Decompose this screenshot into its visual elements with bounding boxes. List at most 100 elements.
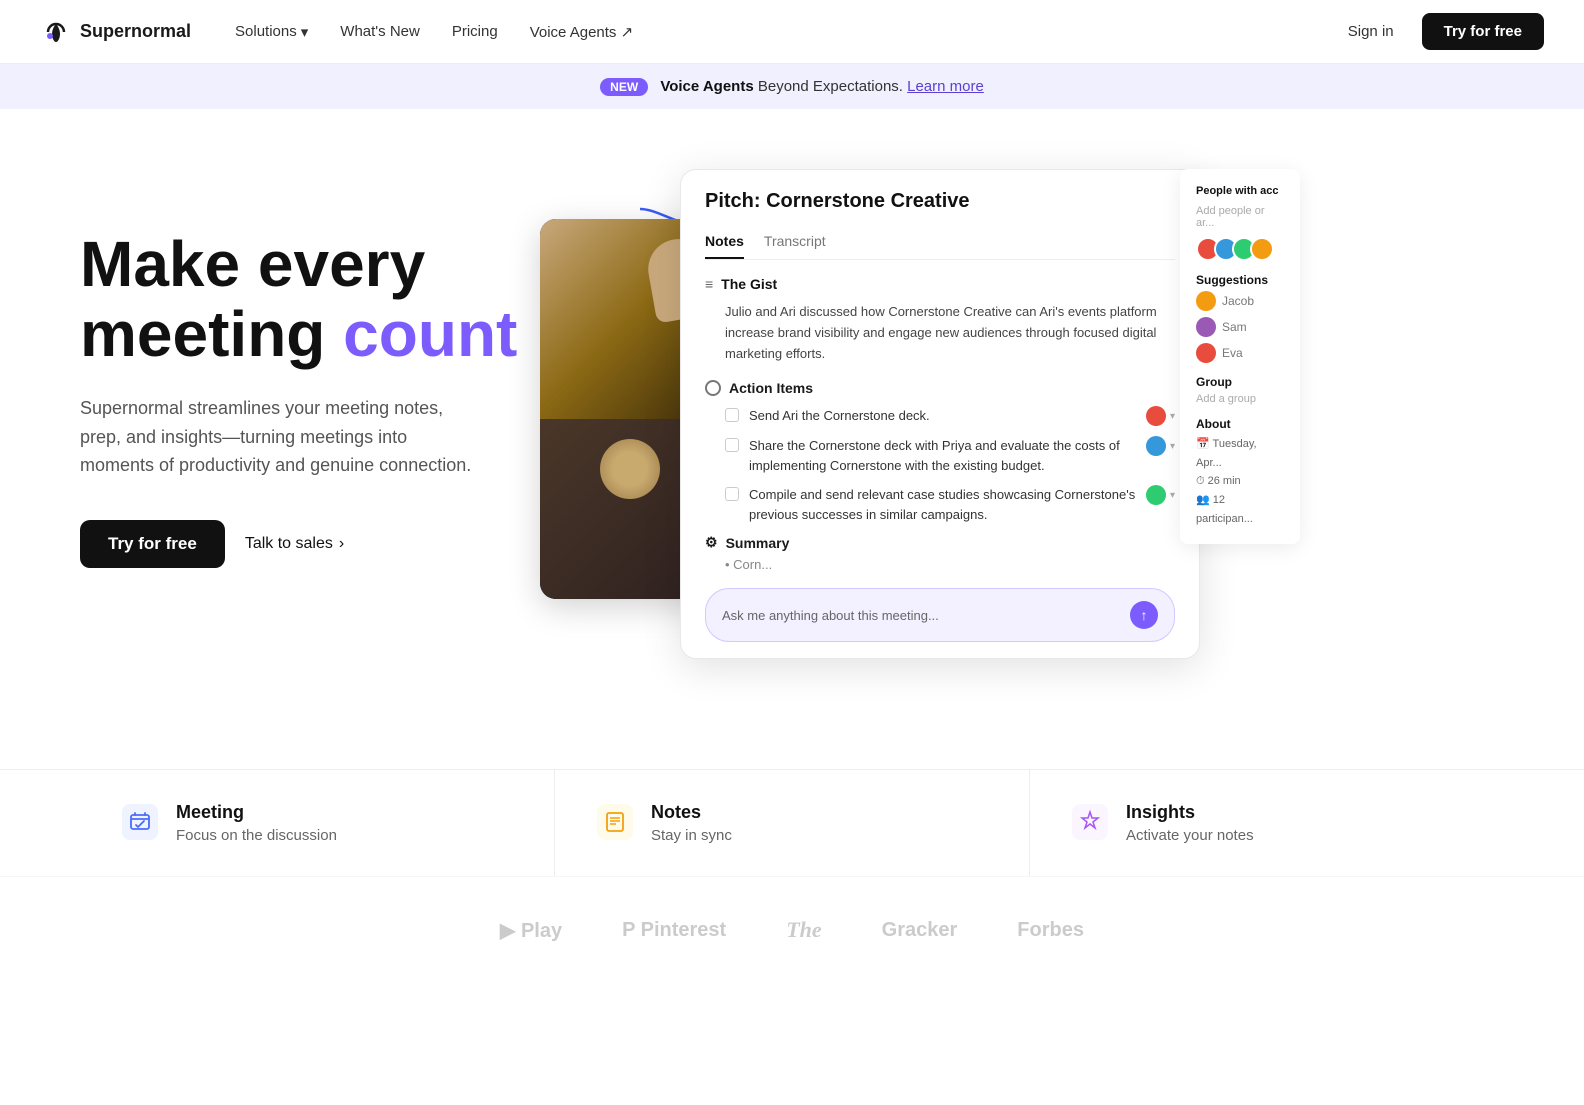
tab-transcript[interactable]: Transcript <box>764 225 826 259</box>
banner-product-name: Voice Agents <box>660 78 753 95</box>
action-checkbox-3[interactable] <box>725 487 739 501</box>
logo[interactable]: Supernormal <box>40 16 191 48</box>
action-item-2: Share the Cornerstone deck with Priya an… <box>705 436 1175 475</box>
action-checkbox-2[interactable] <box>725 438 739 452</box>
logo-play: ▶ Play <box>500 918 562 943</box>
notes-body: ≡ The Gist Julio and Ari discussed how C… <box>681 260 1199 588</box>
logo-forbes: Forbes <box>1017 919 1084 942</box>
logo-text: Supernormal <box>80 21 191 42</box>
hero-title: Make every meeting count <box>80 229 560 370</box>
nav-voice-agents[interactable]: Voice Agents ↗ <box>518 17 645 47</box>
add-group-label: Add a group <box>1196 393 1284 405</box>
summary-label: Summary <box>726 535 790 551</box>
suggestion-jacob: Jacob <box>1196 291 1284 311</box>
person-face-deco <box>600 439 660 499</box>
gist-section-header: ≡ The Gist <box>705 276 1175 292</box>
demo-wrapper: Supernormal 18:23 Taking notes in Englis… <box>540 169 1240 609</box>
tab-notes[interactable]: Notes <box>705 225 744 259</box>
hero-talk-sales-button[interactable]: Talk to sales › <box>245 535 344 553</box>
summary-text: • Corn... <box>705 557 1175 572</box>
nav-solutions[interactable]: Solutions ▾ <box>223 17 320 47</box>
about-label: About <box>1196 417 1284 431</box>
avatar-stack <box>1196 237 1284 261</box>
nav-whats-new[interactable]: What's New <box>328 17 432 46</box>
suggestion-avatar-sam <box>1196 317 1216 337</box>
ai-send-button[interactable]: ↑ <box>1130 601 1158 629</box>
announcement-banner: NEW Voice Agents Beyond Expectations. Le… <box>0 64 1584 109</box>
avatar-4 <box>1250 237 1274 261</box>
feature-meeting-icon <box>120 802 160 842</box>
feature-notes-content: Notes Stay in sync <box>651 802 732 844</box>
action-text-2: Share the Cornerstone deck with Priya an… <box>749 436 1136 475</box>
logo-pinterest: P Pinterest <box>622 919 726 942</box>
nav-left: Supernormal Solutions ▾ What's New Prici… <box>40 16 645 48</box>
action-item-3: Compile and send relevant case studies s… <box>705 485 1175 524</box>
hero-title-accent: count <box>343 298 517 370</box>
nav-try-free-button[interactable]: Try for free <box>1422 13 1544 50</box>
ai-input-placeholder: Ask me anything about this meeting... <box>722 608 1120 623</box>
action-items-header: Action Items <box>705 380 1175 396</box>
logo-bar: ▶ Play P Pinterest The Gracker Forbes <box>0 876 1584 983</box>
notes-panel-title: Pitch: Cornerstone Creative <box>705 190 1175 213</box>
gist-label: The Gist <box>721 276 777 292</box>
action-items-icon <box>705 380 721 396</box>
notes-panel: Pitch: Cornerstone Creative Notes Transc… <box>680 169 1200 659</box>
hero-content: Make every meeting count Supernormal str… <box>80 189 560 568</box>
suggestion-avatar-jacob <box>1196 291 1216 311</box>
summary-header: ⚙ Summary <box>705 534 1175 551</box>
hero-actions: Try for free Talk to sales › <box>80 520 560 568</box>
hero-try-free-button[interactable]: Try for free <box>80 520 225 568</box>
suggestion-name-sam: Sam <box>1222 320 1247 334</box>
feature-notes[interactable]: Notes Stay in sync <box>555 770 1030 876</box>
action-text-1: Send Ari the Cornerstone deck. <box>749 406 1136 426</box>
chevron-right-icon: › <box>339 535 344 553</box>
feature-meeting-title: Meeting <box>176 802 337 823</box>
action-avatar-2 <box>1146 436 1166 456</box>
nav-links: Solutions ▾ What's New Pricing Voice Age… <box>223 17 645 47</box>
feature-notes-icon <box>595 802 635 842</box>
ai-send-icon: ↑ <box>1141 607 1148 623</box>
features-bar: Meeting Focus on the discussion Notes St… <box>0 769 1584 876</box>
notes-tabs: Notes Transcript <box>705 225 1175 260</box>
summary-section: ⚙ Summary • Corn... <box>705 534 1175 572</box>
add-people-label: Add people or ar... <box>1196 205 1284 229</box>
logo-icon <box>40 16 72 48</box>
gist-text: Julio and Ari discussed how Cornerstone … <box>705 302 1175 364</box>
nav-pricing[interactable]: Pricing <box>440 17 510 46</box>
feature-insights-icon <box>1070 802 1110 842</box>
action-chevron-1: ▾ <box>1170 411 1175 422</box>
action-chevron-2: ▾ <box>1170 441 1175 452</box>
suggestions-label: Suggestions <box>1196 273 1284 287</box>
suggestion-name-eva: Eva <box>1222 346 1243 360</box>
suggestion-name-jacob: Jacob <box>1222 294 1254 308</box>
feature-insights[interactable]: Insights Activate your notes <box>1030 770 1504 876</box>
feature-meeting-content: Meeting Focus on the discussion <box>176 802 337 844</box>
action-avatar-3 <box>1146 485 1166 505</box>
suggestion-sam: Sam <box>1196 317 1284 337</box>
group-label: Group <box>1196 375 1284 389</box>
about-content: 📅 Tuesday, Apr...⏱ 26 min👥 12 participan… <box>1196 435 1284 528</box>
action-checkbox-1[interactable] <box>725 408 739 422</box>
logo-gracker: Gracker <box>882 919 958 942</box>
hero-section: Make every meeting count Supernormal str… <box>0 109 1584 709</box>
logo-the: The <box>786 917 821 943</box>
people-sidebar: People with acc Add people or ar... Sugg… <box>1180 169 1300 544</box>
nav-right: Sign in Try for free <box>1332 13 1544 50</box>
feature-meeting[interactable]: Meeting Focus on the discussion <box>80 770 555 876</box>
notes-panel-header: Pitch: Cornerstone Creative Notes Transc… <box>681 170 1199 260</box>
hero-demo: Supernormal 18:23 Taking notes in Englis… <box>540 189 1504 609</box>
banner-suffix: Beyond Expectations. <box>758 78 907 95</box>
summary-icon: ⚙ <box>705 534 718 551</box>
action-avatar-1 <box>1146 406 1166 426</box>
navigation: Supernormal Solutions ▾ What's New Prici… <box>0 0 1584 64</box>
sign-in-button[interactable]: Sign in <box>1332 15 1410 48</box>
ai-input-row: Ask me anything about this meeting... ↑ <box>705 588 1175 642</box>
action-items-label: Action Items <box>729 380 813 396</box>
feature-insights-content: Insights Activate your notes <box>1126 802 1254 844</box>
suggestion-avatar-eva <box>1196 343 1216 363</box>
banner-learn-more-link[interactable]: Learn more <box>907 78 984 95</box>
suggestion-eva: Eva <box>1196 343 1284 363</box>
hero-description: Supernormal streamlines your meeting not… <box>80 394 480 480</box>
feature-notes-desc: Stay in sync <box>651 827 732 844</box>
people-title: People with acc <box>1196 185 1284 197</box>
